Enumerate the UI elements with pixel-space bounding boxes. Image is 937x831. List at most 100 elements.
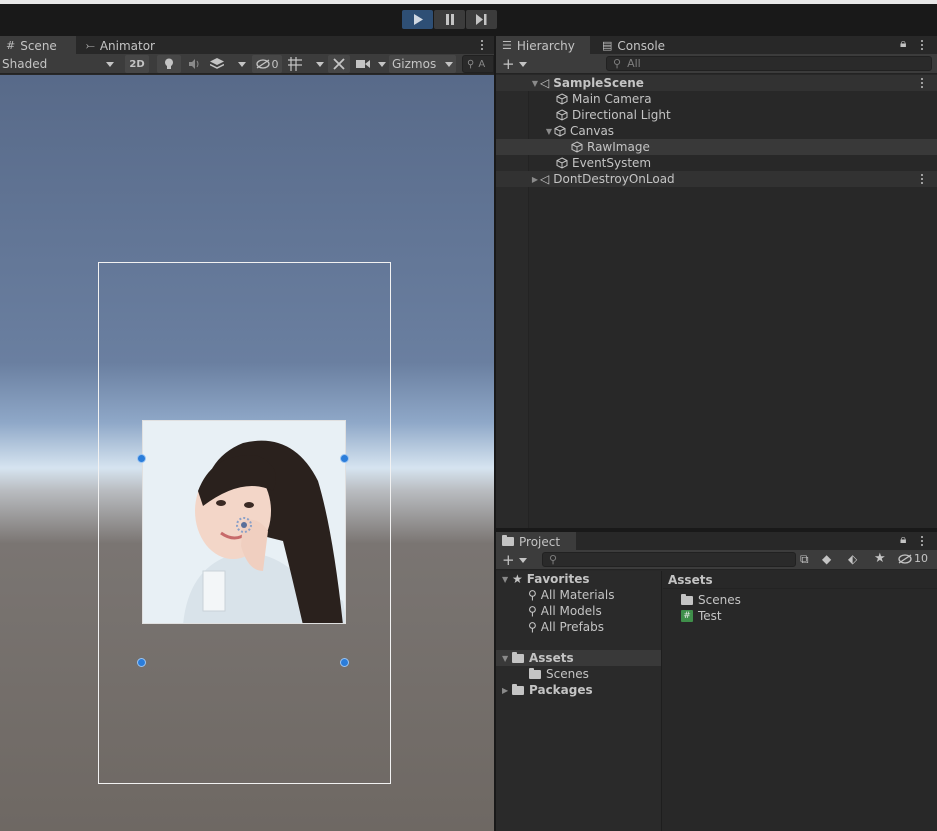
- play-icon: [413, 14, 423, 25]
- effects-dropdown[interactable]: [210, 55, 246, 73]
- scene-menu-icon[interactable]: [478, 38, 486, 52]
- hidden-objects-toggle[interactable]: 0: [252, 55, 282, 73]
- hierarchy-item-samplescene[interactable]: ▼ ◁ SampleScene: [496, 75, 937, 91]
- play-button[interactable]: [402, 10, 433, 29]
- tab-console[interactable]: ▤ Console: [596, 36, 671, 55]
- asset-item-label: Scenes: [698, 593, 741, 607]
- scene-options-icon[interactable]: [918, 172, 926, 186]
- chevron-down-icon: [106, 61, 114, 67]
- filter-type-icon[interactable]: ◆: [822, 552, 831, 566]
- tab-scene[interactable]: # Scene: [0, 36, 76, 55]
- gizmos-dropdown[interactable]: Gizmos: [389, 55, 456, 73]
- search-icon: ⚲: [528, 620, 537, 634]
- star-icon: ★: [512, 572, 523, 586]
- hierarchy-item-directional-light[interactable]: Directional Light: [496, 107, 937, 123]
- tree-item-label: Packages: [529, 683, 593, 697]
- search-icon: ⚲: [613, 57, 622, 70]
- tree-item-packages[interactable]: ▶ Packages: [496, 682, 661, 698]
- chevron-down-icon: [445, 61, 453, 67]
- lock-icon[interactable]: 🔒︎: [900, 36, 906, 51]
- asset-item-test[interactable]: # Test: [663, 608, 937, 624]
- expand-arrow-icon[interactable]: ▶: [530, 175, 540, 184]
- play-controls: [402, 10, 497, 29]
- project-search-input[interactable]: ⚲: [542, 552, 796, 567]
- expand-arrow-icon[interactable]: ▼: [544, 127, 554, 136]
- gameobject-cube-icon: [571, 141, 583, 153]
- play-toolbar: [0, 0, 937, 36]
- tab-hierarchy[interactable]: ☰ Hierarchy: [496, 36, 590, 55]
- pivot-icon[interactable]: [234, 515, 254, 535]
- tree-item-label: All Models: [540, 604, 602, 618]
- hierarchy-item-label: Canvas: [570, 124, 615, 138]
- tree-item-scenes[interactable]: Scenes: [496, 666, 661, 682]
- project-content: Assets Scenes # Test: [663, 571, 937, 831]
- hierarchy-search-input[interactable]: ⚲ All: [606, 56, 932, 71]
- scene-search-input[interactable]: ⚲ A: [462, 55, 494, 73]
- scene-viewport[interactable]: [0, 75, 494, 831]
- audio-toggle[interactable]: [186, 55, 204, 73]
- rect-handle-bottom-left[interactable]: [137, 658, 146, 667]
- grid-snap-dropdown[interactable]: [288, 55, 324, 73]
- star-icon[interactable]: ★: [874, 551, 886, 566]
- scene-options-icon[interactable]: [918, 76, 926, 90]
- tree-item-label: All Prefabs: [540, 620, 605, 634]
- scene-toolbar: Shaded 2D 0 Gizmos ⚲ A: [0, 54, 494, 74]
- script-icon: #: [681, 610, 693, 622]
- rect-handle-top-right[interactable]: [340, 454, 349, 463]
- hierarchy-item-eventsystem[interactable]: EventSystem: [496, 155, 937, 171]
- folder-icon: [681, 593, 693, 605]
- expand-arrow-icon[interactable]: ▶: [502, 686, 512, 695]
- search-in-icon[interactable]: ⧉: [800, 552, 809, 567]
- tree-item-all-models[interactable]: ⚲ All Models: [496, 603, 661, 619]
- tree-item-assets[interactable]: ▼ Assets: [496, 650, 661, 666]
- tree-item-label: All Materials: [540, 588, 615, 602]
- search-icon: ⚲: [467, 58, 475, 70]
- camera-dropdown[interactable]: [356, 55, 386, 73]
- create-asset-button[interactable]: +: [502, 551, 527, 569]
- project-tabbar: Project 🔒︎: [496, 532, 937, 551]
- lock-icon[interactable]: 🔒︎: [900, 532, 906, 547]
- plus-icon: +: [502, 551, 515, 569]
- tag-icon[interactable]: ⬖: [848, 552, 857, 566]
- expand-arrow-icon[interactable]: ▼: [502, 575, 512, 584]
- rect-handle-bottom-right[interactable]: [340, 658, 349, 667]
- hierarchy-panel: ☰ Hierarchy ▤ Console 🔒︎ + ⚲ All ▼ ◁ Sam…: [496, 36, 937, 528]
- asset-item-scenes[interactable]: Scenes: [663, 592, 937, 608]
- pause-button[interactable]: [434, 10, 465, 29]
- hidden-packages-toggle[interactable]: 10: [898, 552, 928, 565]
- tab-project-label: Project: [519, 534, 561, 549]
- add-object-button[interactable]: +: [502, 55, 527, 73]
- tools-icon: [333, 58, 345, 70]
- expand-arrow-icon[interactable]: ▼: [502, 654, 512, 663]
- hierarchy-item-rawimage[interactable]: RawImage: [496, 139, 937, 155]
- shading-mode-dropdown[interactable]: Shaded: [2, 55, 118, 73]
- project-menu-icon[interactable]: [918, 534, 926, 548]
- tools-toggle[interactable]: [328, 55, 350, 73]
- unity-scene-icon: ◁: [540, 172, 550, 186]
- rect-handle-top-left[interactable]: [137, 454, 146, 463]
- hierarchy-item-main-camera[interactable]: Main Camera: [496, 91, 937, 107]
- search-icon: ⚲: [549, 553, 558, 566]
- tab-animator[interactable]: ⤚ Animator: [80, 36, 161, 55]
- shading-mode-value: Shaded: [2, 57, 48, 71]
- hierarchy-menu-icon[interactable]: [918, 38, 926, 52]
- tree-item-all-materials[interactable]: ⚲ All Materials: [496, 587, 661, 603]
- project-panel: Project 🔒︎ + ⚲ ⧉ ◆ ⬖ ★ 10 ▼ ★ Favorites …: [496, 532, 937, 831]
- tree-item-all-prefabs[interactable]: ⚲ All Prefabs: [496, 619, 661, 635]
- hierarchy-item-canvas[interactable]: ▼ Canvas: [496, 123, 937, 139]
- scene-panel: # Scene ⤚ Animator Shaded 2D 0 Gizmos ⚲ …: [0, 36, 494, 831]
- hierarchy-search-placeholder: All: [627, 57, 641, 70]
- step-button[interactable]: [466, 10, 497, 29]
- eye-slash-icon: [255, 59, 270, 69]
- hierarchy-item-dontdestroyonload[interactable]: ▶ ◁ DontDestroyOnLoad: [496, 171, 937, 187]
- scene-tabbar: # Scene ⤚ Animator: [0, 36, 494, 55]
- lighting-toggle[interactable]: [157, 55, 181, 73]
- tree-item-favorites[interactable]: ▼ ★ Favorites: [496, 571, 661, 587]
- tab-project[interactable]: Project: [496, 532, 576, 551]
- hierarchy-item-label: EventSystem: [572, 156, 652, 170]
- pause-icon: [445, 14, 454, 25]
- chevron-down-icon: [518, 61, 527, 67]
- gameobject-cube-icon: [556, 109, 568, 121]
- expand-arrow-icon[interactable]: ▼: [530, 79, 540, 88]
- 2d-toggle-button[interactable]: 2D: [125, 55, 149, 73]
